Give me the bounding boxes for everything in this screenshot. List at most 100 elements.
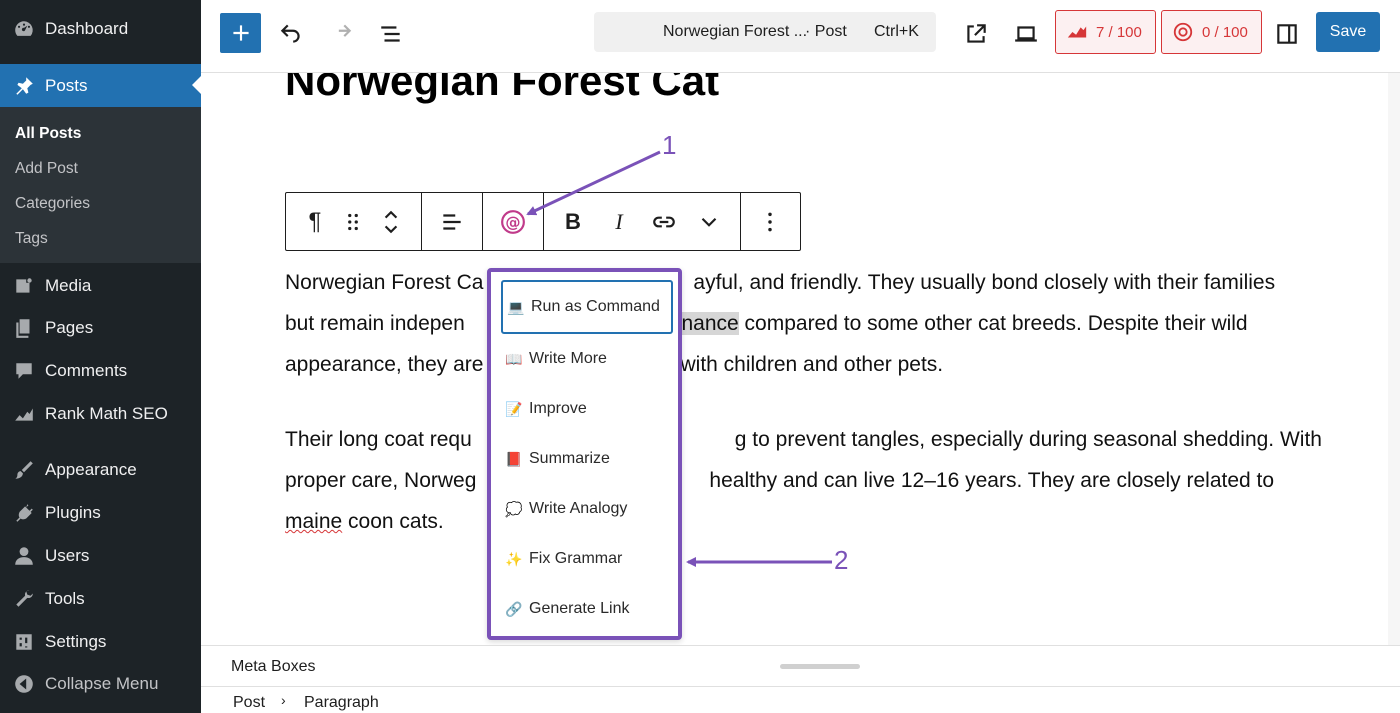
menu-item-label: Write More — [529, 350, 607, 367]
menu-item-improve[interactable]: 📝 Improve — [501, 384, 673, 434]
canvas-scrollbar[interactable] — [1388, 73, 1400, 645]
command-shortcut: Ctrl+K — [874, 23, 919, 40]
sidebar-item-comments[interactable]: Comments — [0, 351, 201, 391]
list-view-icon — [381, 26, 400, 42]
redo-button[interactable] — [326, 19, 356, 49]
move-up-down-button[interactable] — [376, 207, 406, 237]
document-type: · Post — [805, 23, 847, 40]
posts-submenu: All Posts Add Post Categories Tags — [0, 107, 201, 263]
post-title[interactable]: Norwegian Forest Cat — [285, 73, 719, 105]
bold-icon: B — [565, 209, 581, 234]
menu-item-fix-grammar[interactable]: ✨ Fix Grammar — [501, 534, 673, 584]
submenu-add-post[interactable]: Add Post — [15, 160, 78, 178]
content-ai-button[interactable]: @ — [498, 207, 528, 237]
collapse-menu-button[interactable]: Collapse Menu — [0, 664, 201, 704]
breadcrumb-paragraph[interactable]: Paragraph — [304, 694, 379, 712]
laptop-icon: 💻 — [507, 298, 525, 315]
menu-item-label: Run as Command — [531, 298, 660, 315]
align-left-icon — [443, 214, 461, 230]
block-options-button[interactable] — [755, 207, 785, 237]
sidebar-toggle-icon — [1277, 24, 1297, 44]
misspelled-word: maine — [285, 510, 343, 533]
user-icon — [11, 543, 37, 569]
settings-panel-button[interactable] — [1272, 19, 1302, 49]
bold-button[interactable]: B — [558, 207, 588, 237]
svg-text:@: @ — [505, 213, 520, 231]
settings-icon — [11, 629, 37, 655]
sidebar-item-users[interactable]: Users — [0, 536, 201, 576]
document-overview-button[interactable] — [376, 19, 406, 49]
italic-button[interactable]: I — [604, 207, 634, 237]
link-icon — [653, 216, 675, 228]
content-ai-icon: @ — [501, 210, 525, 234]
sidebar-item-label: Pages — [45, 318, 94, 337]
sidebar-item-settings[interactable]: Settings — [0, 622, 201, 662]
more-formats-button[interactable] — [694, 207, 724, 237]
add-block-button[interactable] — [220, 13, 261, 53]
paragraph-1-line-1[interactable]: Norwegian Forest Ca ayful, and friendly. … — [285, 271, 1275, 295]
rank-math-seo-score-button[interactable]: 7 / 100 — [1055, 10, 1156, 54]
brush-icon — [11, 457, 37, 483]
sidebar-item-dashboard[interactable]: Dashboard — [0, 9, 201, 49]
sidebar-item-appearance[interactable]: Appearance — [0, 450, 201, 490]
sparkles-icon: ✨ — [505, 550, 523, 567]
resize-handle[interactable] — [780, 664, 860, 669]
menu-item-label: Improve — [529, 400, 587, 417]
document-bar[interactable]: Norwegian Forest ... · Post Ctrl+K — [594, 12, 936, 52]
undo-button[interactable] — [276, 19, 306, 49]
chevron-down-icon — [701, 217, 717, 227]
align-button[interactable] — [437, 207, 467, 237]
block-breadcrumb: Post › Paragraph — [201, 687, 1400, 713]
wrench-icon — [11, 586, 37, 612]
collapse-icon — [11, 671, 37, 697]
comment-icon — [11, 358, 37, 384]
save-button[interactable]: Save — [1316, 12, 1380, 52]
annotation-number-2: 2 — [834, 545, 849, 575]
drag-handle-icon — [348, 213, 358, 231]
paragraph-block-button[interactable]: ¶ — [300, 207, 330, 237]
submenu-tags[interactable]: Tags — [15, 230, 48, 248]
sidebar-item-label: Tools — [45, 589, 85, 608]
paragraph-2-line-1[interactable]: Their long coat requ g to prevent tangles… — [285, 428, 1322, 452]
preview-button[interactable] — [1011, 19, 1041, 49]
menu-item-write-analogy[interactable]: 💭 Write Analogy — [501, 484, 673, 534]
sidebar-item-media[interactable]: Media — [0, 266, 201, 306]
sidebar-item-pages[interactable]: Pages — [0, 308, 201, 348]
undo-icon — [280, 24, 300, 43]
content-ai-menu: 💻 Run as Command 📖 Write More 📝 Improve … — [487, 268, 682, 640]
sidebar-item-plugins[interactable]: Plugins — [0, 493, 201, 533]
dashboard-icon — [11, 16, 37, 42]
pages-icon — [11, 315, 37, 341]
book-icon: 📖 — [505, 350, 523, 367]
more-vertical-icon — [768, 212, 772, 232]
submenu-categories[interactable]: Categories — [15, 195, 90, 213]
editor-canvas[interactable]: Norwegian Forest Cat ¶ @ B I Norwegian F… — [201, 73, 1400, 645]
sidebar-item-tools[interactable]: Tools — [0, 579, 201, 619]
plus-icon — [232, 25, 249, 41]
menu-item-generate-link[interactable]: 🔗 Generate Link — [501, 584, 673, 634]
seo-score: 7 / 100 — [1096, 23, 1142, 41]
sidebar-item-rank-math[interactable]: Rank Math SEO — [0, 394, 201, 434]
paragraph-2-line-3[interactable]: maine coon cats. — [285, 510, 444, 534]
rank-math-icon — [1067, 26, 1087, 38]
redo-icon — [338, 24, 352, 37]
link-button[interactable] — [649, 207, 679, 237]
menu-item-run-as-command[interactable]: 💻 Run as Command — [501, 280, 673, 334]
meta-boxes-panel[interactable]: Meta Boxes — [201, 645, 1400, 687]
menu-item-write-more[interactable]: 📖 Write More — [501, 334, 673, 384]
italic-icon: I — [615, 209, 623, 234]
red-book-icon: 📕 — [505, 450, 523, 467]
drag-handle[interactable] — [338, 207, 368, 237]
view-post-button[interactable] — [961, 19, 991, 49]
breadcrumb-post[interactable]: Post — [233, 694, 265, 712]
content-ai-score-button[interactable]: 0 / 100 — [1161, 10, 1262, 54]
paragraph-2-line-2[interactable]: proper care, Norweg healthy and can live … — [285, 469, 1274, 493]
menu-item-summarize[interactable]: 📕 Summarize — [501, 434, 673, 484]
sidebar-item-posts[interactable]: Posts — [0, 64, 201, 107]
submenu-all-posts[interactable]: All Posts — [15, 125, 81, 143]
sidebar-item-label: Settings — [45, 632, 107, 651]
pilcrow-icon: ¶ — [308, 208, 322, 235]
menu-item-label: Fix Grammar — [529, 550, 623, 567]
paragraph-1-line-2[interactable]: but remain indepen enance compared to som… — [285, 312, 1248, 336]
sidebar-item-label: Dashboard — [45, 19, 129, 38]
